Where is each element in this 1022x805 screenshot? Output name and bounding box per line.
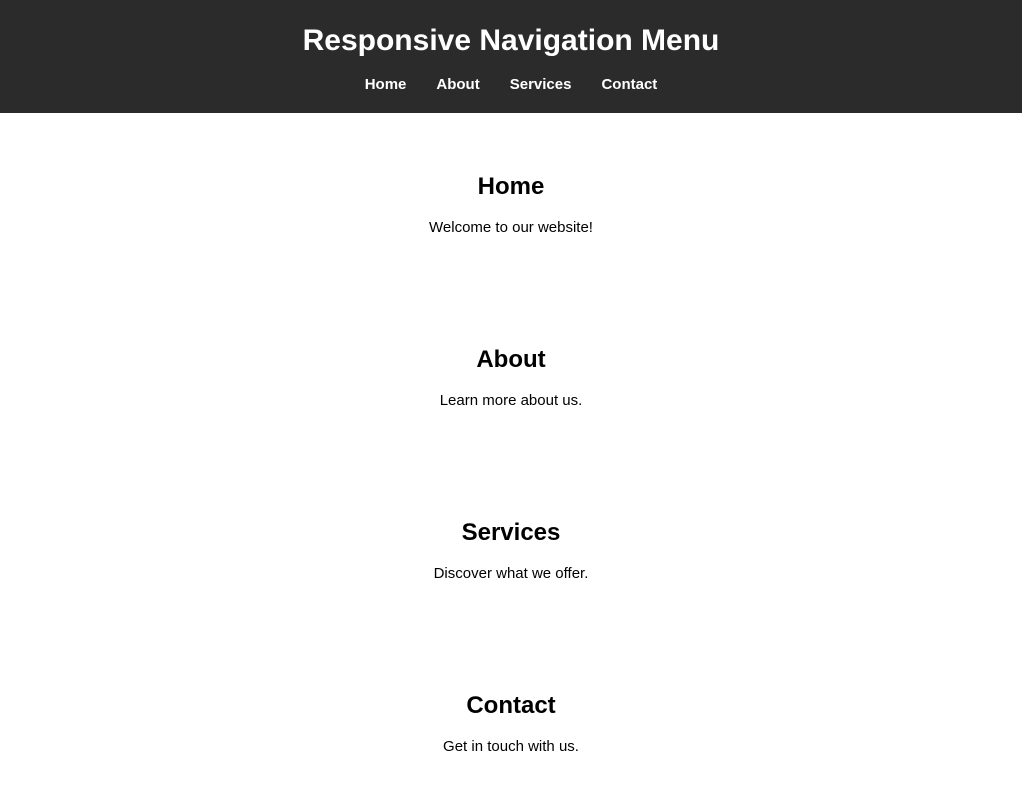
nav-link-contact[interactable]: Contact xyxy=(601,76,657,93)
nav-link-home[interactable]: Home xyxy=(365,76,407,93)
section-text: Welcome to our website! xyxy=(20,219,1002,236)
nav-link-about[interactable]: About xyxy=(436,76,479,93)
page-title: Responsive Navigation Menu xyxy=(0,24,1022,58)
section-text: Discover what we offer. xyxy=(20,565,1002,582)
page-header: Responsive Navigation Menu Home About Se… xyxy=(0,0,1022,113)
section-services: Services Discover what we offer. xyxy=(0,459,1022,632)
section-home: Home Welcome to our website! xyxy=(0,113,1022,286)
main-nav: Home About Services Contact xyxy=(0,76,1022,93)
section-text: Learn more about us. xyxy=(20,392,1002,409)
main-content: Home Welcome to our website! About Learn… xyxy=(0,113,1022,805)
nav-link-services[interactable]: Services xyxy=(510,76,572,93)
section-heading: Contact xyxy=(20,692,1002,720)
section-contact: Contact Get in touch with us. xyxy=(0,632,1022,805)
section-heading: Services xyxy=(20,519,1002,547)
section-text: Get in touch with us. xyxy=(20,738,1002,755)
section-heading: About xyxy=(20,346,1002,374)
section-about: About Learn more about us. xyxy=(0,286,1022,459)
section-heading: Home xyxy=(20,173,1002,201)
